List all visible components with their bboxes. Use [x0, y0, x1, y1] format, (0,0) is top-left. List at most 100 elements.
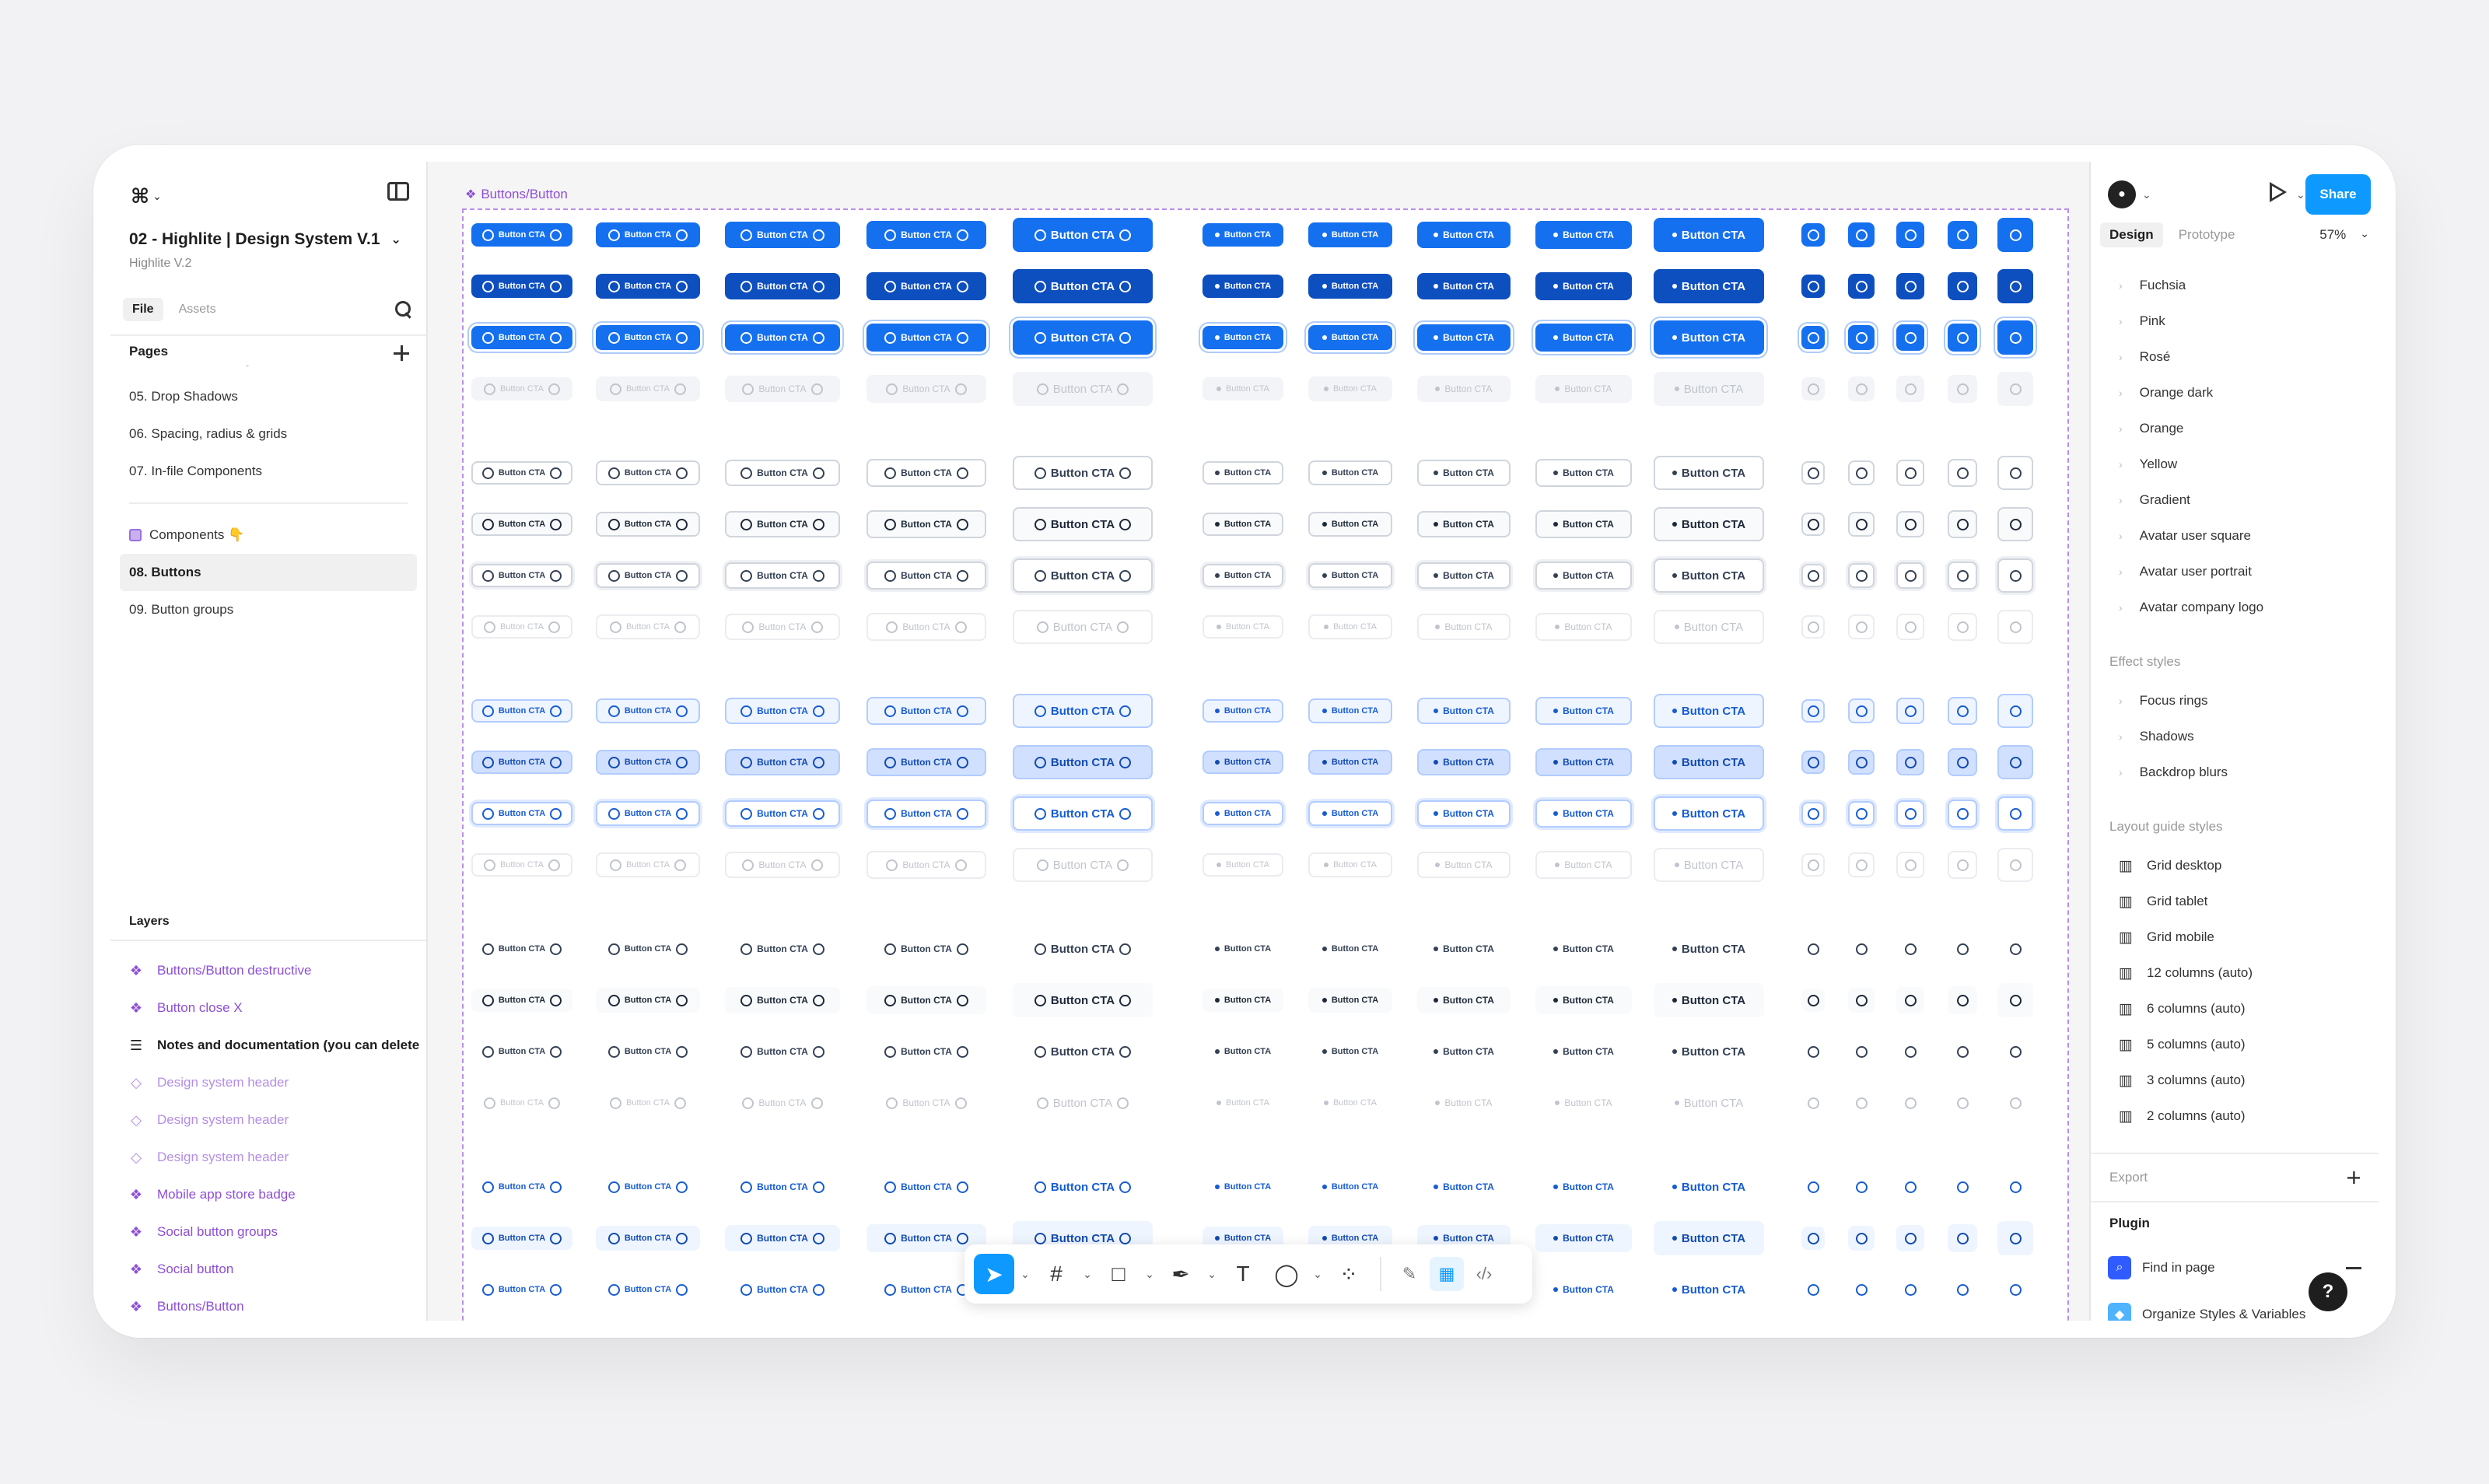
layer-item[interactable]: ❖ Social button groups — [110, 1213, 426, 1251]
text-tool-icon[interactable]: T — [1223, 1254, 1263, 1294]
button-cta-variant[interactable] — [1848, 325, 1875, 350]
button-cta-variant[interactable]: Button CTA — [1535, 1038, 1632, 1066]
button-cta-variant[interactable] — [1848, 750, 1875, 775]
button-cta-variant[interactable]: Button CTA — [596, 1039, 700, 1064]
button-cta-variant[interactable]: Button CTA — [725, 936, 840, 962]
button-cta-variant[interactable] — [1896, 1090, 1924, 1116]
button-cta-variant[interactable]: Button CTA — [596, 936, 700, 961]
button-cta-variant[interactable] — [1896, 936, 1924, 962]
button-cta-variant[interactable]: Button CTA — [1202, 326, 1283, 349]
button-cta-variant[interactable] — [1997, 1272, 2033, 1307]
button-cta-variant[interactable]: Button CTA — [866, 748, 986, 776]
button-cta-variant[interactable] — [1948, 1224, 1977, 1252]
button-cta-variant[interactable] — [1801, 275, 1825, 298]
button-cta-variant[interactable]: Button CTA — [1654, 372, 1764, 406]
button-cta-variant[interactable] — [1896, 987, 1924, 1013]
button-cta-variant[interactable]: Button CTA — [1654, 218, 1764, 252]
design-mode-icon[interactable]: ▦ — [1430, 1257, 1464, 1291]
file-title[interactable]: 02 - Highlite | Design System V.1 ⌄ — [129, 230, 401, 249]
button-cta-variant[interactable]: Button CTA — [1535, 935, 1632, 963]
button-cta-variant[interactable]: Button CTA — [1013, 218, 1153, 252]
button-cta-variant[interactable] — [1801, 802, 1825, 825]
button-cta-variant[interactable] — [1801, 1040, 1825, 1063]
layer-item[interactable]: ◇ Design system header — [110, 1139, 426, 1176]
zoom-control[interactable]: 57% ⌄ — [2319, 227, 2369, 243]
button-cta-variant[interactable] — [1997, 218, 2033, 252]
style-item[interactable]: › Focus rings — [2091, 683, 2379, 719]
add-page-icon[interactable] — [394, 345, 409, 361]
style-item[interactable]: › Orange — [2091, 411, 2379, 446]
style-item[interactable]: ▥ 2 columns (auto) — [2091, 1098, 2379, 1134]
button-cta-variant[interactable]: Button CTA — [596, 376, 700, 401]
pen-tool-icon[interactable]: ✒ — [1160, 1254, 1201, 1294]
chevron-down-icon[interactable]: ⌄ — [1142, 1268, 1157, 1281]
button-cta-variant[interactable]: Button CTA — [725, 222, 840, 248]
button-cta-variant[interactable] — [1801, 751, 1825, 774]
button-cta-variant[interactable] — [1948, 459, 1977, 487]
button-cta-variant[interactable]: Button CTA — [1654, 1221, 1764, 1255]
style-item[interactable]: › Backdrop blurs — [2091, 754, 2379, 790]
button-cta-variant[interactable] — [1997, 456, 2033, 490]
button-cta-variant[interactable] — [1948, 562, 1977, 590]
button-cta-variant[interactable] — [1801, 513, 1825, 536]
tab-prototype[interactable]: Prototype — [2169, 222, 2245, 247]
style-item[interactable]: › Yellow — [2091, 446, 2379, 482]
button-cta-variant[interactable]: Button CTA — [471, 1091, 572, 1115]
button-cta-variant[interactable]: Button CTA — [866, 697, 986, 725]
button-cta-variant[interactable]: Button CTA — [1535, 851, 1632, 879]
button-cta-variant[interactable]: Button CTA — [471, 853, 572, 877]
button-cta-variant[interactable] — [1948, 986, 1977, 1014]
button-cta-variant[interactable]: Button CTA — [1202, 1091, 1283, 1115]
button-cta-variant[interactable]: Button CTA — [596, 325, 700, 350]
button-cta-variant[interactable]: Button CTA — [471, 802, 572, 825]
style-item[interactable]: › Rosé — [2091, 339, 2379, 375]
button-cta-variant[interactable]: Button CTA — [1535, 562, 1632, 590]
layer-item[interactable]: ❖ Social button — [110, 1251, 426, 1288]
remove-icon[interactable] — [2346, 1266, 2361, 1269]
button-cta-variant[interactable]: Button CTA — [596, 988, 700, 1013]
button-cta-variant[interactable] — [1848, 376, 1875, 401]
button-cta-variant[interactable]: Button CTA — [1654, 1272, 1764, 1307]
button-cta-variant[interactable] — [1997, 932, 2033, 966]
button-cta-variant[interactable] — [1848, 1039, 1875, 1064]
button-cta-variant[interactable]: Button CTA — [1417, 460, 1511, 486]
button-cta-variant[interactable]: Button CTA — [1654, 269, 1764, 303]
button-cta-variant[interactable]: Button CTA — [1308, 801, 1392, 826]
button-cta-variant[interactable]: Button CTA — [1308, 750, 1392, 775]
tab-assets[interactable]: Assets — [170, 298, 226, 321]
style-item[interactable]: › Avatar company logo — [2091, 590, 2379, 625]
button-cta-variant[interactable] — [1948, 800, 1977, 828]
button-cta-variant[interactable]: Button CTA — [866, 1038, 986, 1066]
button-cta-variant[interactable]: Button CTA — [866, 510, 986, 538]
button-cta-variant[interactable] — [1997, 848, 2033, 882]
button-cta-variant[interactable]: Button CTA — [1308, 512, 1392, 537]
button-cta-variant[interactable]: Button CTA — [1013, 507, 1153, 541]
button-cta-variant[interactable]: Button CTA — [1417, 562, 1511, 589]
button-cta-variant[interactable]: Button CTA — [1417, 1038, 1511, 1065]
button-cta-variant[interactable]: Button CTA — [1417, 511, 1511, 537]
button-cta-variant[interactable]: Button CTA — [471, 1040, 572, 1063]
button-cta-variant[interactable]: Button CTA — [1202, 699, 1283, 723]
button-cta-variant[interactable]: Button CTA — [1417, 376, 1511, 402]
button-cta-variant[interactable]: Button CTA — [596, 512, 700, 537]
sidebar-toggle-icon[interactable] — [387, 182, 409, 201]
button-cta-variant[interactable]: Button CTA — [1654, 610, 1764, 644]
tab-file[interactable]: File — [123, 298, 163, 321]
draw-mode-icon[interactable]: ✎ — [1392, 1257, 1427, 1291]
button-cta-variant[interactable]: Button CTA — [725, 1090, 840, 1116]
button-cta-variant[interactable]: Button CTA — [471, 377, 572, 401]
buttons-frame[interactable]: Button CTA Button CTA Button CTA Button CTA… — [462, 208, 2069, 1321]
button-cta-variant[interactable]: Button CTA — [1013, 745, 1153, 779]
button-cta-variant[interactable]: Button CTA — [596, 274, 700, 299]
button-cta-variant[interactable]: Button CTA — [866, 459, 986, 487]
button-cta-variant[interactable]: Button CTA — [866, 613, 986, 641]
button-cta-variant[interactable]: Button CTA — [1654, 456, 1764, 490]
button-cta-variant[interactable] — [1896, 852, 1924, 878]
button-cta-variant[interactable]: Button CTA — [725, 1174, 840, 1200]
button-cta-variant[interactable]: Button CTA — [1013, 694, 1153, 728]
tab-design[interactable]: Design — [2100, 222, 2163, 247]
button-cta-variant[interactable]: Button CTA — [1013, 610, 1153, 644]
button-cta-variant[interactable] — [1896, 376, 1924, 402]
frame-label[interactable]: ❖ Buttons/Button — [465, 187, 568, 202]
button-cta-variant[interactable] — [1848, 852, 1875, 877]
